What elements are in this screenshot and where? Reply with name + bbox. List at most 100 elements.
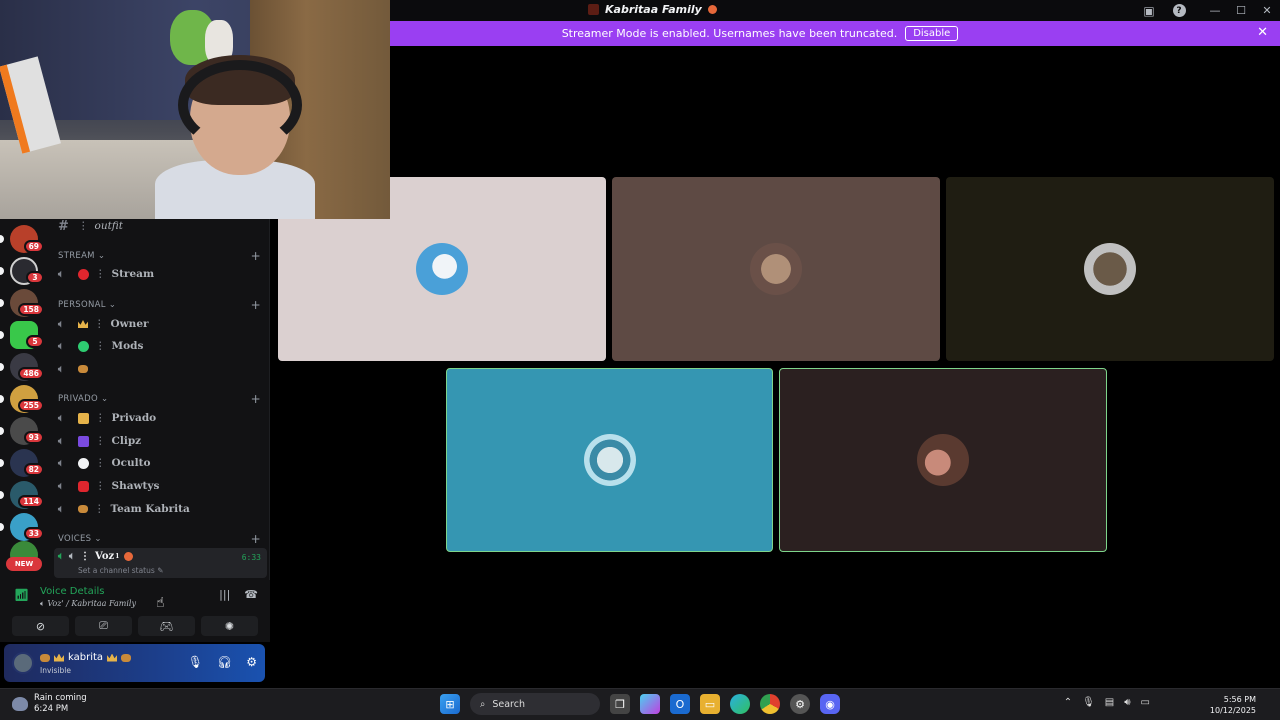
mention-badge: 255	[18, 399, 44, 412]
disable-streamer-mode-button[interactable]: Disable	[905, 26, 959, 41]
channel-separator: ⋮	[95, 457, 106, 469]
gamepad-icon: 🎮︎	[159, 619, 174, 633]
speaker-icon: 🔈︎	[58, 480, 64, 492]
channel-team-kabrita[interactable]: 🔈︎ ⋮ Team Kabrita	[58, 499, 263, 519]
channel-outfit[interactable]: # ⋮ outfit	[58, 216, 263, 236]
crown-icon	[78, 320, 88, 328]
channel-shawtys[interactable]: 🔈︎ ⋮ Shawtys	[58, 476, 263, 496]
dog-icon	[78, 365, 88, 373]
crown-icon	[107, 653, 118, 662]
bow-icon	[78, 480, 89, 492]
speaker-icon: 🔈︎	[58, 363, 64, 375]
add-channel-icon[interactable]: +	[251, 532, 261, 546]
close-window-button[interactable]: ✕	[1254, 0, 1280, 21]
unread-pill	[0, 395, 4, 403]
activities-button[interactable]: 🎮︎	[138, 616, 195, 636]
windows-start-icon[interactable]: ⊞	[440, 694, 460, 714]
channel-status-placeholder: Set a channel status	[78, 566, 155, 575]
server-logo-icon	[588, 4, 599, 15]
microphone-icon[interactable]: 🎙︎	[188, 655, 203, 669]
camera-off-icon: ⊘	[35, 619, 46, 633]
voice-details-link[interactable]: Voice Details	[40, 586, 104, 597]
category-stream[interactable]: STREAM ⌄ +	[58, 249, 261, 263]
user-name-row[interactable]: kabrita	[40, 652, 132, 663]
camera-off-button[interactable]: ⊘	[12, 616, 69, 636]
close-icon[interactable]: ✕	[1257, 25, 1268, 40]
speaker-icon: 🔈︎	[58, 457, 64, 469]
weather-widget[interactable]: Rain coming 6:24 PM	[12, 693, 87, 715]
channel-oculto[interactable]: 🔈︎ ⋮ Oculto	[58, 453, 263, 473]
channel-separator: ⋮	[80, 551, 90, 562]
category-label: PERSONAL	[58, 300, 106, 310]
mention-badge: 69	[23, 240, 44, 253]
channel-status-input[interactable]: Set a channel status ✎	[78, 566, 163, 575]
taskbar-clock[interactable]: 5:56 PM 10/12/2025	[1210, 694, 1256, 716]
webcam-overlay	[0, 0, 390, 219]
participant-avatar	[416, 243, 468, 295]
channel-privado[interactable]: 🔈︎ ⋮ Privado	[58, 408, 263, 428]
disconnect-icon[interactable]: ☎︎	[244, 588, 258, 601]
settings-app-icon[interactable]: ⚙	[790, 694, 810, 714]
pumpkin-emoji-icon	[707, 5, 717, 14]
outlook-icon[interactable]: O	[670, 694, 690, 714]
chrome-icon[interactable]	[760, 694, 780, 714]
speaker-icon: 🔈︎	[58, 340, 64, 352]
voice-channel-header: 🔈︎ 🔈︎ ⋮ Voz 1	[58, 551, 134, 562]
avatar[interactable]	[12, 652, 34, 674]
edge-icon[interactable]	[730, 694, 750, 714]
battery-icon[interactable]: ▭	[1141, 697, 1150, 708]
category-privado[interactable]: PRIVADO ⌄ +	[58, 392, 261, 406]
chevron-up-icon[interactable]: ⌃	[1064, 697, 1072, 708]
add-channel-icon[interactable]: +	[251, 249, 261, 263]
channel-clipz[interactable]: 🔈︎ ⋮ Clipz	[58, 431, 263, 451]
headphones-icon[interactable]: 🎧︎	[217, 655, 232, 669]
noise-suppression-icon[interactable]: |||	[219, 588, 230, 601]
unread-pill	[0, 331, 4, 339]
voice-channel-superscript: 1	[115, 553, 120, 560]
channel-name: Mods	[111, 340, 144, 352]
speaker-icon: 🔈︎	[58, 318, 64, 330]
task-view-icon[interactable]: ❐	[610, 694, 630, 714]
active-voice-channel[interactable]: 🔈︎ 🔈︎ ⋮ Voz 1 6:33 Set a channel status …	[54, 548, 267, 578]
participant-tile-3[interactable]	[946, 177, 1274, 361]
participant-tile-5[interactable]	[779, 368, 1107, 552]
dog-icon	[78, 505, 88, 513]
network-icon[interactable]: ▤	[1105, 697, 1114, 708]
window-controls: ▣ ? — ☐ ✕	[1136, 0, 1280, 21]
help-icon[interactable]: ?	[1166, 0, 1192, 21]
channel-dog[interactable]: 🔈︎	[58, 359, 263, 379]
maximize-button[interactable]: ☐	[1228, 0, 1254, 21]
add-channel-icon[interactable]: +	[251, 298, 261, 312]
window-title-text: Kabritaa Family	[605, 3, 702, 16]
participant-avatar	[917, 434, 969, 486]
copilot-icon[interactable]	[640, 694, 660, 714]
voice-action-buttons: ⊘ ⎚ 🎮︎ ✺	[12, 616, 258, 636]
participant-tile-2[interactable]	[612, 177, 940, 361]
inbox-icon[interactable]: ▣	[1136, 0, 1162, 21]
hashtag-icon: #	[58, 218, 69, 234]
discord-icon[interactable]: ◉	[820, 694, 840, 714]
add-channel-icon[interactable]: +	[251, 392, 261, 406]
microphone-icon[interactable]: 🎙︎	[1082, 697, 1095, 708]
search-box[interactable]: ⌕ Search	[470, 693, 600, 715]
category-personal[interactable]: PERSONAL ⌄ +	[58, 298, 261, 312]
channel-name: Privado	[111, 412, 157, 424]
unread-pill	[0, 491, 4, 499]
file-explorer-icon[interactable]: ▭	[700, 694, 720, 714]
minimize-button[interactable]: —	[1202, 0, 1228, 21]
unread-pill	[0, 235, 4, 243]
channel-owner[interactable]: 🔈︎ ⋮ Owner	[58, 314, 263, 334]
windows-taskbar: Rain coming 6:24 PM ⊞ ⌕ Search ❐ O ▭ ⚙ ◉…	[0, 688, 1280, 720]
gear-icon[interactable]: ⚙	[246, 655, 257, 669]
screen-share-button[interactable]: ⎚	[75, 616, 132, 636]
username: kabrita	[68, 652, 104, 663]
chevron-down-icon: ⌄	[108, 300, 117, 310]
participant-tile-4[interactable]	[446, 368, 773, 552]
channel-stream[interactable]: 🔈︎ ⋮ Stream	[58, 264, 263, 284]
volume-icon[interactable]: 🔊︎	[1124, 697, 1130, 708]
soundboard-button[interactable]: ✺	[201, 616, 258, 636]
chevron-down-icon: ⌄	[100, 394, 109, 404]
channel-separator: ⋮	[94, 318, 105, 330]
channel-mods[interactable]: 🔈︎ ⋮ Mods	[58, 336, 263, 356]
category-voices[interactable]: VOICES ⌄ +	[58, 532, 261, 546]
